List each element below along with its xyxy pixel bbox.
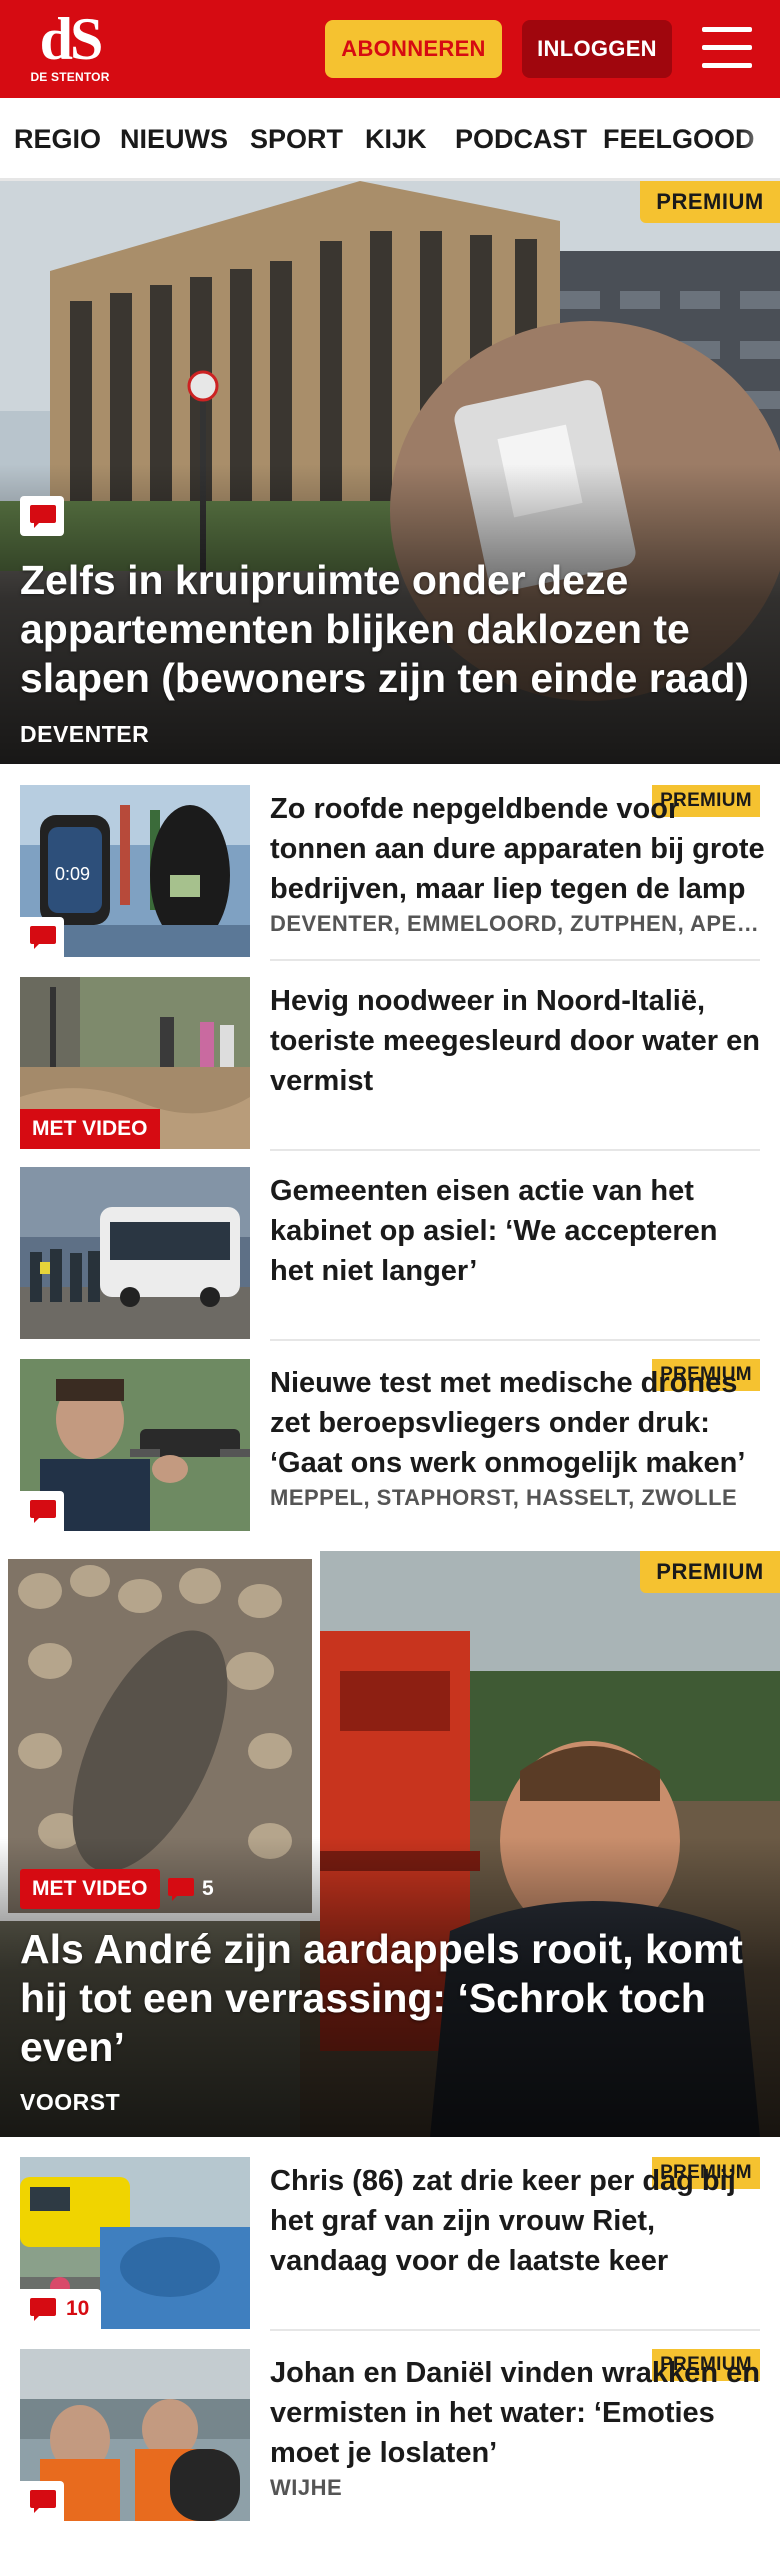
nav-item-kijk[interactable]: KIJK [365, 98, 427, 178]
comment-icon [20, 1491, 64, 1531]
hero-article[interactable]: PREMIUM MET VIDEO 5 Als André zijn aarda… [0, 1551, 780, 2137]
subscribe-button[interactable]: ABONNEREN [325, 20, 502, 78]
row-divider [270, 1339, 760, 1341]
row-divider [270, 2329, 760, 2331]
top-bar: dS DE STENTOR ABONNEREN INLOGGEN [0, 0, 780, 98]
article-place: MEPPEL, STAPHORST, HASSELT, ZWOLLE [270, 1485, 738, 1510]
nav-scroll-fade [740, 98, 780, 178]
article-title[interactable]: Nieuwe test met medische drones zet bero… [270, 1363, 765, 1483]
svg-text:0:09: 0:09 [55, 864, 90, 884]
article-place: DEVENTER, EMMELOORD, ZUTPHEN, APELDOORN [270, 911, 765, 936]
comment-count-badge: 5 [160, 1869, 224, 1909]
nav-item-sport[interactable]: SPORT [250, 98, 343, 178]
nav-item-nieuws[interactable]: NIEUWS [120, 98, 228, 178]
row-divider [270, 1149, 760, 1151]
article-row[interactable]: MET VIDEO Hevig noodweer in Noord-Italië… [20, 977, 760, 1149]
article-thumbnail [20, 1167, 250, 1339]
article-row[interactable]: PREMIUM Nieuwe test met medische drones … [20, 1359, 760, 1531]
hero-place: DEVENTER [20, 721, 150, 747]
video-badge: MET VIDEO [20, 1109, 160, 1149]
comment-icon [20, 496, 64, 536]
login-button[interactable]: INLOGGEN [522, 20, 672, 78]
nav-item-feelgood[interactable]: FEELGOOD [603, 98, 755, 178]
nav-item-regio[interactable]: REGIO [14, 98, 101, 178]
article-title[interactable]: Hevig noodweer in Noord-Italië, toeriste… [270, 981, 765, 1101]
logo-mark: dS [39, 6, 104, 72]
hero-article[interactable]: PREMIUM Zelfs in kruipruimte onder deze … [0, 181, 780, 764]
article-title[interactable]: Zo roofde nepgeldbende voor tonnen aan d… [270, 789, 765, 909]
comment-count-badge: 10 [20, 2289, 102, 2329]
nav-item-podcast[interactable]: PODCAST [455, 98, 587, 178]
premium-badge: PREMIUM [640, 1551, 780, 1593]
article-place: WIJHE [270, 2475, 343, 2500]
article-title[interactable]: Johan en Daniël vinden wrakken en vermis… [270, 2353, 765, 2473]
article-row[interactable]: PREMIUM 10 Chris (86) zat drie keer per … [20, 2157, 760, 2329]
section-nav: REGIO NIEUWS SPORT KIJK PODCAST FEELGOOD [0, 98, 780, 181]
hero-title[interactable]: Zelfs in kruipruimte onder deze appartem… [20, 556, 765, 703]
logo-subtitle: DE STENTOR [30, 70, 110, 84]
article-row[interactable]: 0:09 PREMIUM Zo roofde nepgeldbende voor… [20, 785, 765, 957]
comment-icon [20, 917, 64, 957]
video-badge: MET VIDEO [20, 1869, 160, 1909]
hero-place: VOORST [20, 2089, 121, 2115]
comment-count: 10 [66, 2297, 90, 2320]
article-row[interactable]: Gemeenten eisen actie van het kabinet op… [20, 1167, 760, 1339]
article-title[interactable]: Chris (86) zat drie keer per dag bij het… [270, 2161, 765, 2281]
menu-icon[interactable] [702, 25, 752, 71]
hero-title[interactable]: Als André zijn aardappels rooit, komt hi… [20, 1925, 765, 2072]
article-row[interactable]: PREMIUM Johan en Daniël vinden wrakken e… [20, 2349, 760, 2521]
premium-badge: PREMIUM [640, 181, 780, 223]
comment-count: 5 [202, 1877, 214, 1900]
site-logo[interactable]: dS DE STENTOR [30, 6, 110, 92]
row-divider [270, 959, 760, 961]
article-title[interactable]: Gemeenten eisen actie van het kabinet op… [270, 1171, 765, 1291]
comment-icon [20, 2481, 64, 2521]
